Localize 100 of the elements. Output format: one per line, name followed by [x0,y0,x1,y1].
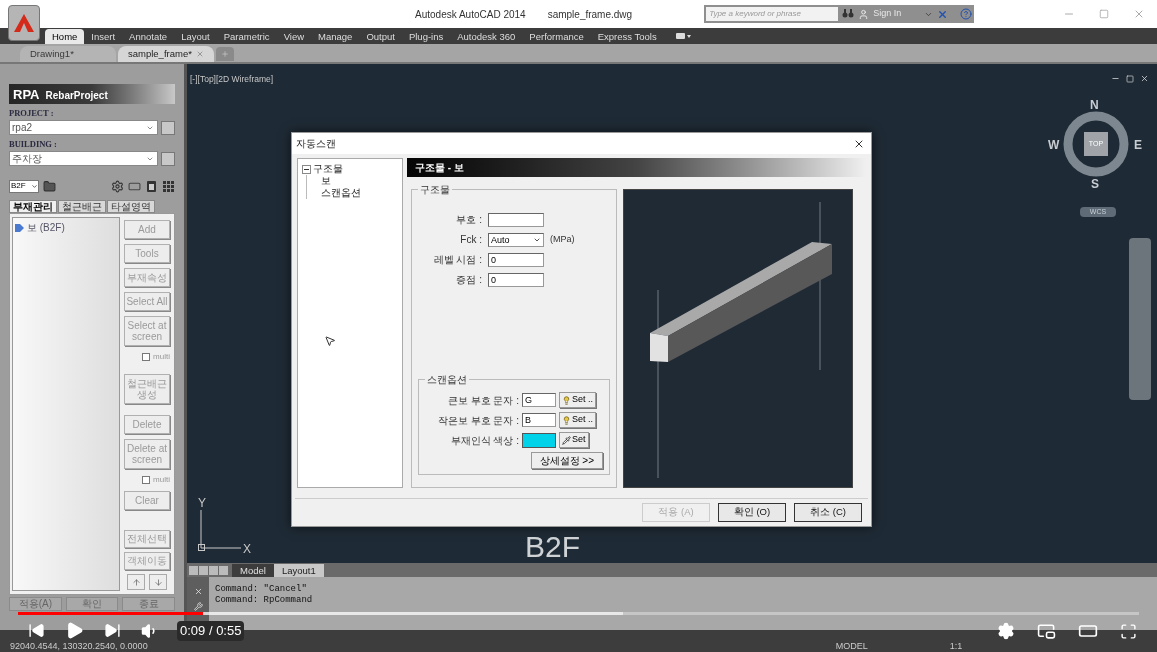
model-indicator[interactable]: MODEL [835,641,868,651]
field-label: BUILDING : [9,139,58,149]
panel-logo: RPA [13,87,40,102]
panel-toggle-icon[interactable] [675,33,692,40]
panel-tab[interactable]: 타설영역 [107,200,155,213]
next-icon[interactable] [104,622,121,640]
caret-icon[interactable] [31,182,38,190]
coordinates-readout: 92040.4544, 130320.2540, 0.0000 [10,641,148,651]
fck-dropdown[interactable]: Auto [488,232,544,247]
layout-tab[interactable]: Layout1 [273,564,324,577]
document-tab[interactable]: Drawing1* [20,46,116,62]
miniplayer-icon[interactable] [1037,621,1056,641]
checkbox-label: multi [153,351,170,363]
field-label: PROJECT : [9,108,55,118]
tree-item[interactable]: 구조물 [313,163,343,175]
field-label: 증점 : [455,273,482,287]
checkbox[interactable] [142,353,151,361]
tree-item[interactable]: 스캔옵션 [321,187,361,199]
panel-tab[interactable]: 부재관리 [9,200,57,213]
ribbon-tab[interactable]: Parametric [216,29,277,44]
restore-icon[interactable] [1126,74,1134,83]
arrow-down-icon[interactable] [153,577,163,587]
window-title: Autodesk AutoCAD 2014 [415,7,526,22]
color-swatch[interactable] [522,432,556,448]
detail-settings-button[interactable]: 상세설정 >> [530,452,603,469]
ribbon-tab[interactable]: Insert [84,29,123,44]
tag-icon [15,223,24,232]
panel-tab[interactable]: 철근배근 [58,200,106,213]
compass-ring-icon [1062,110,1130,178]
ribbon-tab[interactable]: Output [359,29,402,44]
grid-icon[interactable] [162,179,175,193]
ribbon-tab[interactable]: Manage [311,29,360,44]
progress-track[interactable] [18,612,1139,615]
arrow-up-icon[interactable] [131,577,141,587]
ribbon-tab[interactable]: Autodesk 360 [450,29,523,44]
checkbox-label: multi [153,474,170,486]
wrench-icon[interactable] [193,602,203,611]
ribbon-tab[interactable]: Annotate [122,29,175,44]
compass-south: S [1091,176,1099,193]
panel-title: RebarProject [45,89,108,102]
folder-icon[interactable] [43,179,56,193]
browse-button[interactable] [161,120,175,135]
model-tab[interactable]: Model [232,564,274,577]
clipboard-icon[interactable] [145,179,158,193]
tree-item[interactable]: 보 (B2F) [15,220,117,235]
ribbon-tab[interactable]: Layout [174,29,217,44]
unit-label: (MPa) [550,232,575,246]
ribbon-tab[interactable]: Plug-ins [401,29,451,44]
floor-dropdown[interactable]: B2F [9,179,39,193]
field-label: Fck : [459,233,482,247]
user-icon [858,8,870,20]
lightbulb-icon [562,395,571,405]
ribbon-tab[interactable]: Express Tools [590,29,664,44]
annotation-scale[interactable]: 1:1 [949,641,963,651]
compass-east: E [1134,137,1142,154]
field-label: 작은보 부호 문자 : [436,413,519,428]
mouse-pointer-icon [324,335,336,347]
help-icon[interactable] [960,8,973,20]
dialog-button[interactable]: 확인 (O) [718,503,786,522]
checkbox[interactable] [142,476,151,484]
text-field[interactable] [488,212,544,227]
previous-icon[interactable] [28,622,45,640]
dialog-title: 자동스캔 [296,137,336,151]
tree-item[interactable]: 보 [321,175,331,187]
set-button[interactable]: Set [559,432,589,448]
move-down-button[interactable] [149,574,167,590]
document-tab[interactable]: sample_frame* [118,46,214,62]
play-icon[interactable] [65,621,84,641]
move-up-button[interactable] [127,574,145,590]
text-field[interactable]: 0 [488,272,544,287]
compass-west: W [1048,137,1060,154]
text-field[interactable]: 0 [488,252,544,267]
lightbulb-icon [562,415,571,425]
text-field[interactable]: B [522,413,556,427]
ribbon-tab[interactable]: Home [45,29,85,44]
field-label: 레벨 시점 : [432,253,482,267]
text-field[interactable]: G [522,393,556,407]
file-name: sample_frame.dwg [547,7,633,22]
app-menu-button[interactable] [8,5,40,41]
view-label[interactable]: [-][Top][2D Wireframe] [190,73,274,86]
ribbon-tab[interactable]: Performance [522,29,591,44]
group-title: 구조물 [418,183,452,198]
binoculars-icon[interactable] [842,9,855,19]
set-button[interactable]: Set .. [559,392,596,408]
fullscreen-icon[interactable] [1120,622,1137,640]
y-axis-label: Y [198,495,206,512]
floor-label: B2F [525,532,581,562]
browse-button[interactable] [161,151,175,166]
ucs-axes-icon [197,510,243,552]
pipette-icon [562,435,571,445]
dropdown-field[interactable]: rpa2 [9,120,158,135]
app-logo-icon [13,13,35,33]
ribbon-tab[interactable]: View [276,29,312,44]
dropdown-field[interactable]: 주차장 [9,151,158,166]
command-history-line: Command: "Cancel" [215,584,308,595]
set-button[interactable]: Set .. [559,412,596,428]
field-label: 부재인식 색상 : [449,433,519,448]
command-history-line: Command: RpCommand [215,595,313,606]
dialog-button[interactable]: 취소 (C) [794,503,862,522]
collapse-icon[interactable] [302,164,311,174]
